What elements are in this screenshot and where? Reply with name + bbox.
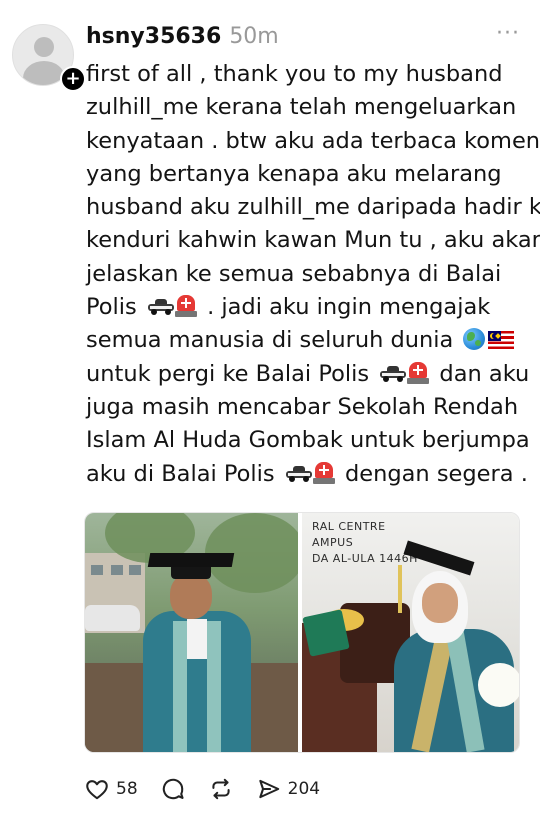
post-text-line: first of all , thank you to my husband	[86, 58, 526, 91]
malaysia-flag-icon	[487, 331, 514, 350]
police-car-icon	[147, 297, 175, 316]
post-text-span: semua manusia di seluruh dunia	[86, 327, 454, 354]
siren-icon	[407, 361, 430, 384]
post-text-span: untuk pergi ke Balai Polis	[86, 360, 370, 387]
share-button[interactable]: 204	[256, 776, 320, 802]
post-text-span: aku di Balai Polis	[86, 460, 275, 487]
post-text-line: juga masih mencabar Sekolah Rendah	[86, 391, 526, 424]
share-count: 204	[287, 779, 321, 799]
post-text-line: husband aku zulhill_me daripada hadir ke	[86, 191, 540, 224]
sign-line: RAL CENTRE	[312, 520, 386, 533]
post-text-span: zulhill_me kerana telah mengeluarkan	[86, 94, 517, 121]
comment-icon	[162, 778, 184, 800]
graduate-face	[170, 573, 212, 619]
police-car-icon	[285, 464, 313, 482]
mortarboard-cap	[147, 553, 235, 567]
graduation-gown	[143, 611, 251, 752]
username-link[interactable]: hsny35636	[86, 24, 221, 49]
post-text-span: . jadi aku ingin mengajak	[207, 294, 491, 321]
post-text-line: jelaskan ke semua sebabnya di Balai	[86, 258, 526, 291]
post-text-line: aku di Balai Polis dengan segera .	[86, 458, 528, 491]
more-options-icon[interactable]: ···	[496, 23, 520, 45]
post-text-line: untuk pergi ke Balai Polis dan aku	[86, 358, 530, 391]
post-text-span: dengan segera .	[344, 460, 528, 487]
post-text-span: kenyataan . btw aku ada terbaca komen	[86, 127, 540, 154]
post-image-card[interactable]: RAL CENTRE AMPUS DA AL-ULA 1446H	[84, 512, 520, 753]
sign-line: AMPUS	[312, 536, 354, 549]
cap-tassel	[398, 565, 402, 613]
scroll-certificate	[302, 609, 350, 657]
post-text-line: kenduri kahwin kawan Mun tu , aku akan	[86, 224, 540, 257]
follow-plus-icon[interactable]: +	[60, 66, 86, 92]
post-text: first of all , thank you to my husband z…	[86, 58, 540, 491]
reply-button[interactable]	[160, 776, 186, 802]
white-flower	[478, 663, 519, 707]
post-text-span: Islam Al Huda Gombak untuk berjumpa	[86, 427, 530, 454]
post-text-span: Polis	[86, 294, 137, 321]
post-header: hsny35636 50m	[86, 24, 279, 54]
like-count: 58	[116, 779, 138, 799]
siren-icon	[312, 461, 335, 484]
post-text-span: first of all , thank you to my husband	[86, 61, 503, 87]
post-text-span: yang bertanya kenapa aku melarang	[86, 160, 502, 187]
backdrop-sign: RAL CENTRE AMPUS DA AL-ULA 1446H	[312, 519, 418, 567]
police-car-icon	[379, 364, 407, 382]
post-text-line: Polis . jadi aku ingin mengajak	[86, 291, 526, 324]
like-button[interactable]: 58	[84, 776, 138, 802]
post-text-line: Islam Al Huda Gombak untuk berjumpa	[86, 424, 530, 457]
post-text-span: juga masih mencabar Sekolah Rendah	[86, 393, 519, 420]
post-text-span: jelaskan ke semua sebabnya di Balai	[86, 260, 502, 287]
post-actions: 58 204	[84, 774, 342, 804]
post-text-span: husband aku zulhill_me daripada hadir ke	[86, 194, 540, 221]
post-text-line: kenyataan . btw aku ada terbaca komen	[86, 125, 540, 158]
graduation-photo-man[interactable]	[85, 513, 298, 752]
post-text-line: semua manusia di seluruh dunia	[86, 324, 526, 357]
globe-icon	[462, 328, 485, 351]
send-icon	[258, 779, 279, 799]
sign-line: DA AL-ULA 1446H	[312, 552, 418, 565]
graduate-face	[422, 583, 458, 623]
repost-button[interactable]	[208, 776, 234, 802]
post-text-line: yang bertanya kenapa aku melarang	[86, 158, 526, 191]
post-text-span: kenduri kahwin kawan Mun tu , aku akan	[86, 227, 540, 254]
post-text-span: dan aku	[439, 360, 530, 387]
siren-icon	[174, 295, 197, 318]
graduation-photo-woman[interactable]: RAL CENTRE AMPUS DA AL-ULA 1446H	[302, 513, 519, 752]
repost-icon	[212, 778, 230, 800]
avatar-container[interactable]: +	[12, 24, 86, 92]
post-text-line: zulhill_me kerana telah mengeluarkan	[86, 91, 526, 124]
avatar-body	[23, 61, 65, 85]
parked-car	[85, 605, 140, 631]
thread-post: + hsny35636 50m ··· first of all , thank…	[0, 0, 540, 819]
post-time: 50m	[229, 24, 279, 49]
heart-icon	[86, 780, 108, 800]
avatar-head	[34, 37, 54, 57]
